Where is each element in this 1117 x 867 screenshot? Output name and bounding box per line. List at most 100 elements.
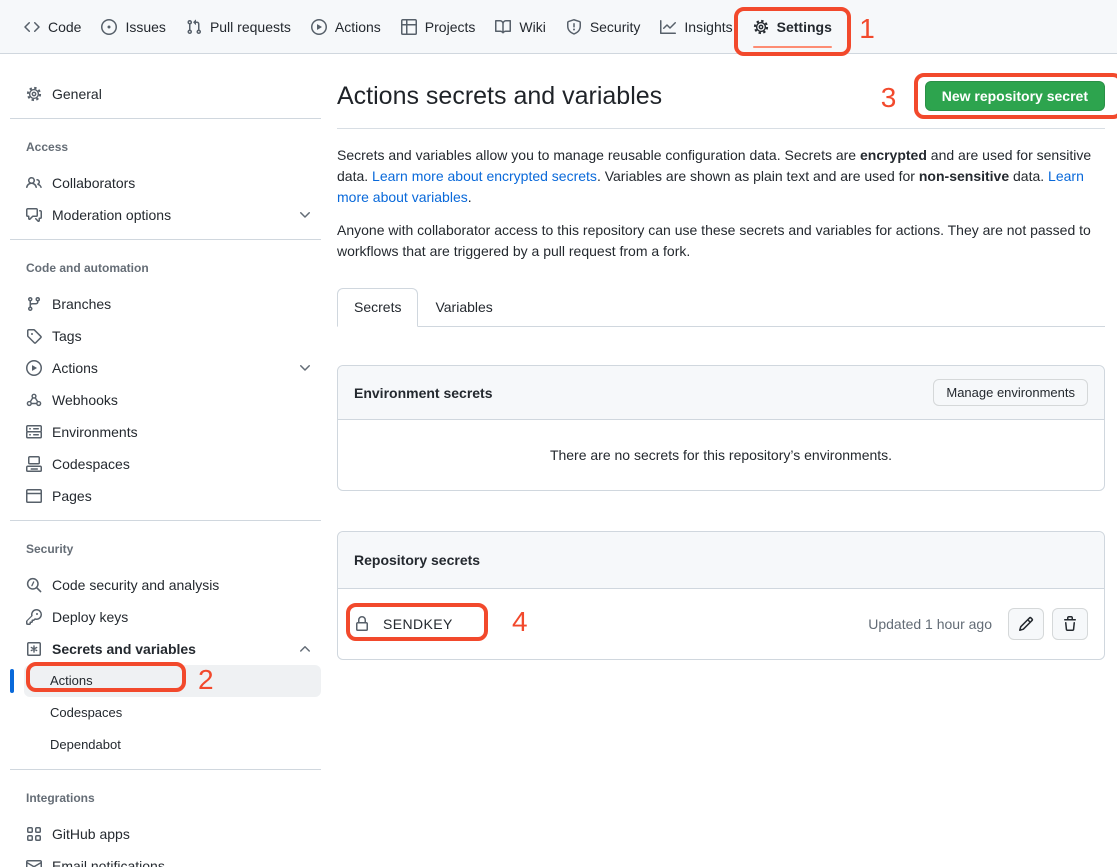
settings-sidebar: General Access Collaborators Moderation … <box>0 54 337 867</box>
sidebar-item-environments[interactable]: Environments <box>10 416 321 448</box>
delete-secret-button[interactable] <box>1052 608 1088 640</box>
edit-secret-button[interactable] <box>1008 608 1044 640</box>
sidebar-subitem-label: Dependabot <box>50 735 121 755</box>
nav-tab-actions[interactable]: Actions <box>301 0 391 53</box>
sidebar-section-header-code-automation: Code and automation <box>10 248 321 288</box>
new-repository-secret-button[interactable]: New repository secret <box>925 81 1105 111</box>
sidebar-item-label: Actions <box>52 358 98 378</box>
sidebar-subitem-label: Codespaces <box>50 703 122 723</box>
chevron-up-icon <box>297 641 313 657</box>
secret-name: SENDKEY <box>383 616 453 632</box>
environment-secrets-header: Environment secrets Manage environments <box>338 366 1104 420</box>
active-tab-underline <box>753 46 832 48</box>
secret-asterisk-icon <box>26 641 42 657</box>
nav-tab-label: Actions <box>335 19 381 35</box>
content-layout: General Access Collaborators Moderation … <box>0 54 1117 867</box>
description-text: . Variables are shown as plain text and … <box>597 168 919 184</box>
sidebar-item-label: Secrets and variables <box>52 639 196 659</box>
tab-secrets[interactable]: Secrets <box>337 288 418 327</box>
sidebar-item-deploy-keys[interactable]: Deploy keys <box>10 601 321 633</box>
sidebar-item-moderation-options[interactable]: Moderation options <box>10 199 321 231</box>
nav-tab-label: Issues <box>125 19 165 35</box>
sidebar-section-header-security: Security <box>10 529 321 569</box>
sidebar-item-label: Deploy keys <box>52 607 128 627</box>
new-secret-button-wrap: New repository secret 3 <box>925 81 1105 111</box>
comment-discussion-icon <box>26 207 42 223</box>
sidebar-divider <box>10 118 321 119</box>
secret-name-wrap: SENDKEY 4 <box>354 616 453 632</box>
nav-tab-label: Pull requests <box>210 19 291 35</box>
annotation-number-1: 1 <box>859 15 875 43</box>
tag-icon <box>26 328 42 344</box>
server-icon <box>26 424 42 440</box>
sidebar-item-label: Collaborators <box>52 173 135 193</box>
sidebar-item-branches[interactable]: Branches <box>10 288 321 320</box>
sidebar-item-tags[interactable]: Tags <box>10 320 321 352</box>
sidebar-divider <box>10 769 321 770</box>
repository-secrets-card: Repository secrets SENDKEY 4 Updated 1 h… <box>337 531 1105 660</box>
nav-tab-projects[interactable]: Projects <box>391 0 486 53</box>
sidebar-item-general[interactable]: General <box>10 78 321 110</box>
sidebar-item-codespaces[interactable]: Codespaces <box>10 448 321 480</box>
play-icon <box>26 360 42 376</box>
sidebar-item-label: Moderation options <box>52 205 171 225</box>
manage-environments-button[interactable]: Manage environments <box>933 379 1088 406</box>
sidebar-item-collaborators[interactable]: Collaborators <box>10 167 321 199</box>
trash-icon <box>1062 616 1078 632</box>
sidebar-item-label: GitHub apps <box>52 824 130 844</box>
sidebar-item-pages[interactable]: Pages <box>10 480 321 512</box>
description-text: Secrets and variables allow you to manag… <box>337 147 860 163</box>
sidebar-item-webhooks[interactable]: Webhooks <box>10 384 321 416</box>
nav-tab-settings[interactable]: Settings 1 <box>743 0 842 53</box>
nav-tab-label: Code <box>48 19 81 35</box>
nav-tab-label: Security <box>590 19 641 35</box>
sidebar-item-actions[interactable]: Actions <box>10 352 321 384</box>
sidebar-subitem-codespaces-secrets[interactable]: Codespaces <box>24 697 321 729</box>
nav-tab-insights[interactable]: Insights <box>650 0 742 53</box>
gear-icon <box>26 86 42 102</box>
nav-tab-security[interactable]: Security <box>556 0 651 53</box>
sidebar-item-label: Email notifications <box>52 856 165 867</box>
sidebar-item-label: General <box>52 84 102 104</box>
sidebar-subitem-actions-secrets[interactable]: Actions 2 <box>24 665 321 697</box>
environment-secrets-card: Environment secrets Manage environments … <box>337 365 1105 491</box>
repository-secrets-title: Repository secrets <box>354 550 480 570</box>
sidebar-item-label: Code security and analysis <box>52 575 219 595</box>
people-icon <box>26 175 42 191</box>
sidebar-item-label: Branches <box>52 294 111 314</box>
tab-variables[interactable]: Variables <box>418 288 509 327</box>
graph-icon <box>660 19 676 35</box>
sidebar-divider <box>10 520 321 521</box>
nav-tab-label: Projects <box>425 19 476 35</box>
nav-tab-issues[interactable]: Issues <box>91 0 175 53</box>
sidebar-item-email-notifications[interactable]: Email notifications <box>10 850 321 867</box>
nav-tab-code[interactable]: Code <box>14 0 91 53</box>
sidebar-item-label: Pages <box>52 486 92 506</box>
sidebar-section-header-integrations: Integrations <box>10 778 321 818</box>
description-text: data. <box>1009 168 1048 184</box>
sidebar-item-code-security[interactable]: Code security and analysis <box>10 569 321 601</box>
table-icon <box>401 19 417 35</box>
key-icon <box>26 609 42 625</box>
annotation-number-2: 2 <box>198 666 214 694</box>
sidebar-item-label: Codespaces <box>52 454 130 474</box>
sidebar-item-github-apps[interactable]: GitHub apps <box>10 818 321 850</box>
sidebar-subitem-dependabot-secrets[interactable]: Dependabot <box>24 729 321 761</box>
sidebar-section-header-access: Access <box>10 127 321 167</box>
main-content: Actions secrets and variables New reposi… <box>337 54 1105 660</box>
nav-tab-wiki[interactable]: Wiki <box>485 0 555 53</box>
secret-updated-timestamp: Updated 1 hour ago <box>868 616 992 632</box>
environment-secrets-empty-message: There are no secrets for this repository… <box>338 420 1104 490</box>
link-learn-encrypted-secrets[interactable]: Learn more about encrypted secrets <box>372 168 597 184</box>
repository-secrets-header: Repository secrets <box>338 532 1104 589</box>
nav-tab-label: Wiki <box>519 19 545 35</box>
gear-icon <box>753 19 769 35</box>
webhook-icon <box>26 392 42 408</box>
sidebar-item-secrets-and-variables[interactable]: Secrets and variables <box>10 633 321 665</box>
issue-opened-icon <box>101 19 117 35</box>
description-paragraph-1: Secrets and variables allow you to manag… <box>337 145 1105 208</box>
pencil-icon <box>1018 616 1034 632</box>
nav-tab-pull-requests[interactable]: Pull requests <box>176 0 301 53</box>
code-icon <box>24 19 40 35</box>
annotation-number-4: 4 <box>512 608 528 636</box>
